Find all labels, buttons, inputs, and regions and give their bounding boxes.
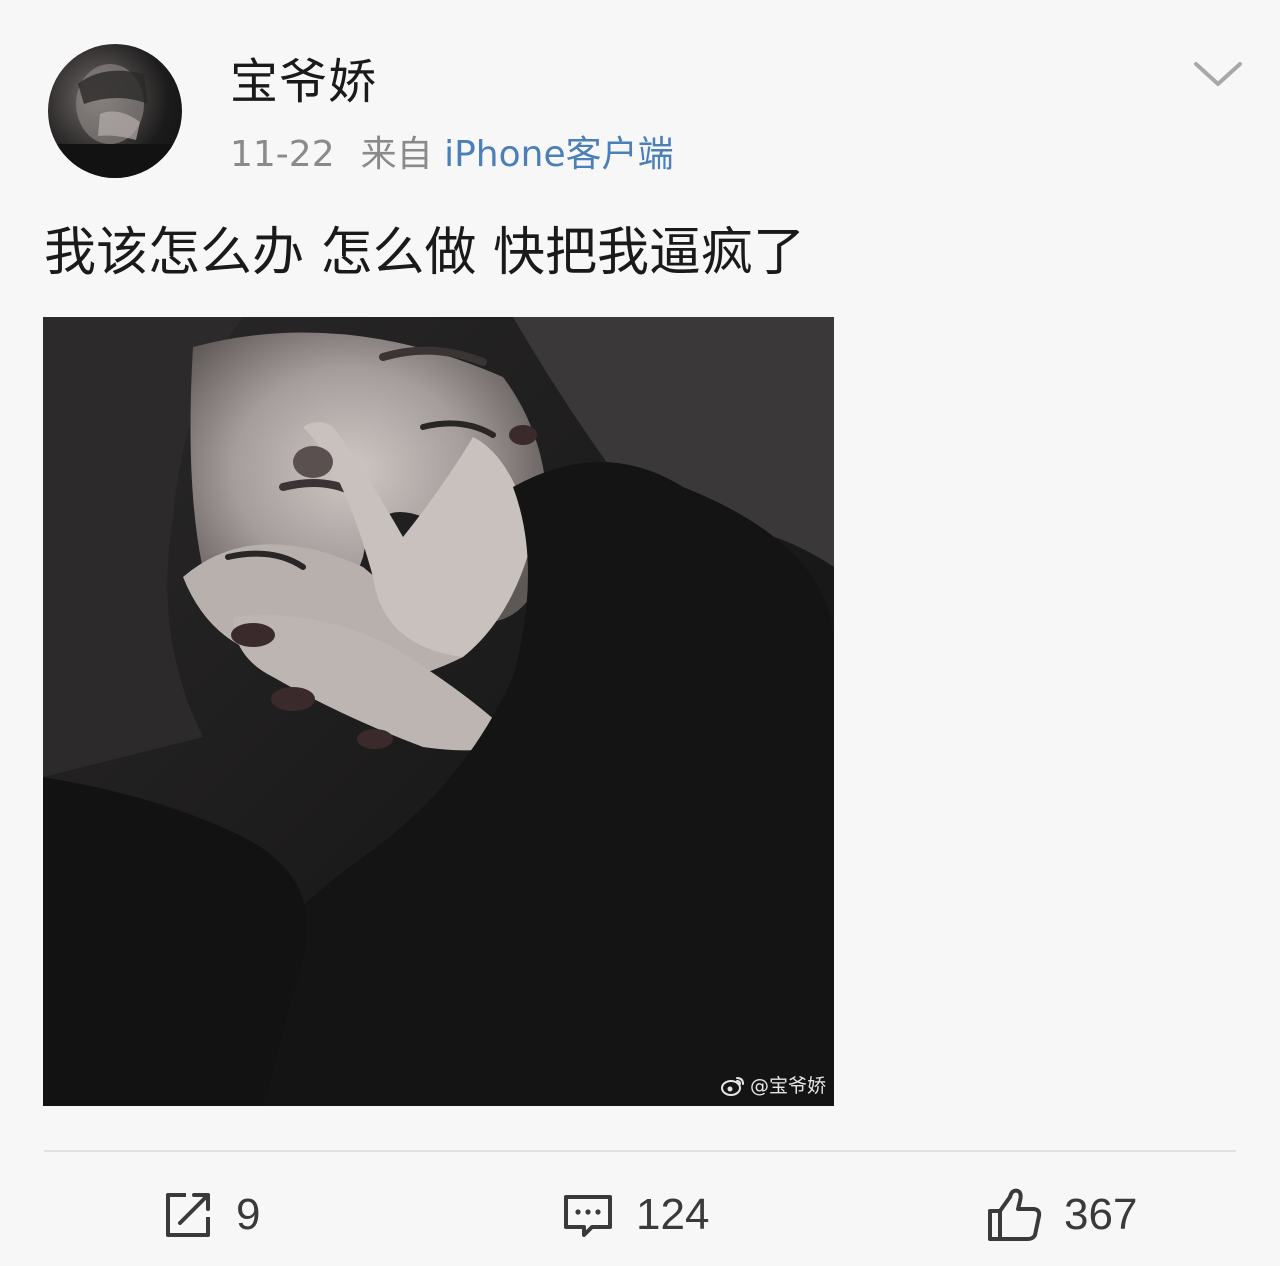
post-text: 我该怎么办 怎么做 快把我逼疯了 [44, 223, 806, 283]
username[interactable]: 宝爷娇 [230, 52, 377, 112]
comment-count: 124 [636, 1190, 710, 1239]
chevron-down-icon[interactable] [1190, 52, 1246, 92]
post-image[interactable]: @宝爷娇 [43, 317, 834, 1106]
post-meta: 11-22 来自 iPhone客户端 [230, 132, 674, 178]
post-photo [43, 317, 834, 1106]
like-count: 367 [1064, 1190, 1138, 1239]
avatar[interactable] [48, 44, 182, 178]
comment-bubble-icon [564, 1195, 612, 1237]
action-divider [44, 1150, 1236, 1152]
repost-button[interactable]: 9 [160, 1178, 260, 1252]
source-prefix: 来自 [360, 134, 433, 175]
avatar-image [48, 64, 182, 178]
weibo-post-card: 宝爷娇 11-22 来自 iPhone客户端 我该怎么办 怎么做 快把我逼疯了 [0, 0, 1280, 1266]
share-edit-icon [166, 1193, 210, 1237]
thumbs-up-icon [988, 1188, 1042, 1241]
post-date: 11-22 [230, 134, 335, 175]
watermark-text: @宝爷娇 [749, 1075, 826, 1097]
image-watermark: @宝爷娇 [720, 1074, 826, 1098]
weibo-logo-icon [720, 1077, 744, 1096]
repost-count: 9 [236, 1190, 261, 1239]
like-button[interactable]: 367 [984, 1178, 1137, 1252]
source-client-link[interactable]: iPhone客户端 [444, 134, 674, 175]
comment-button[interactable]: 124 [560, 1178, 709, 1252]
